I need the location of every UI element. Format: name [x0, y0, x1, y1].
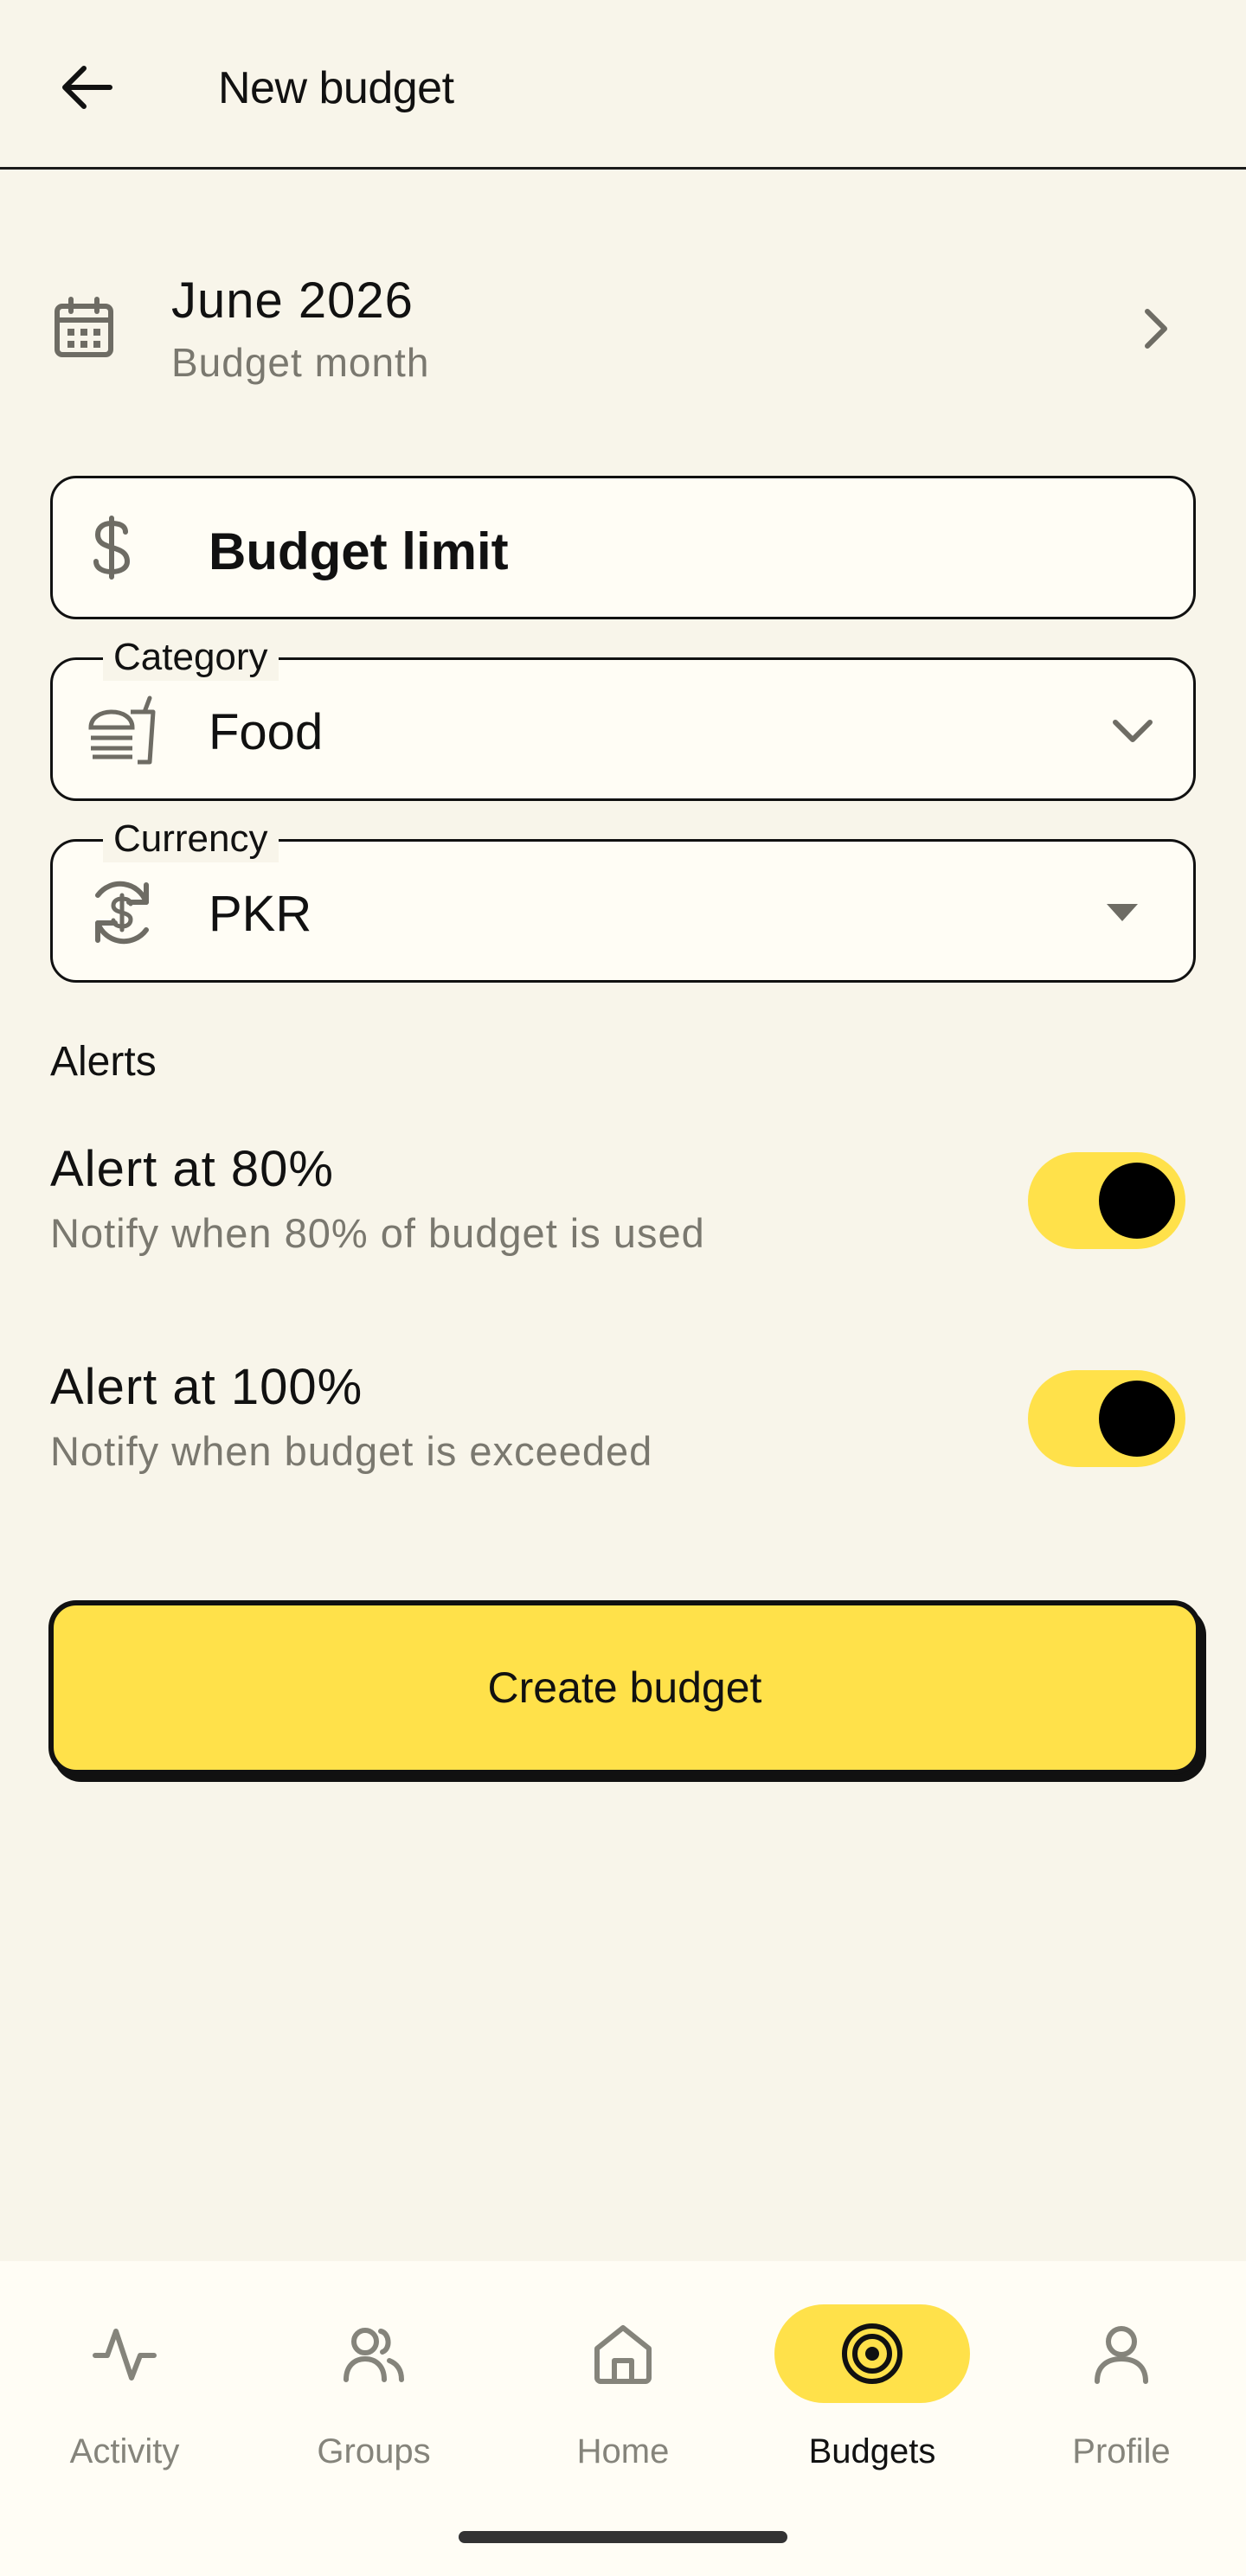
alert-100-title: Alert at 100% [50, 1359, 363, 1415]
alert-100-toggle[interactable] [1028, 1370, 1185, 1467]
profile-icon [1095, 2326, 1148, 2384]
nav-label-groups: Groups [317, 2432, 431, 2470]
alert-80-toggle[interactable] [1028, 1152, 1185, 1249]
currency-value: PKR [209, 886, 312, 942]
category-select[interactable]: Category Food [50, 634, 1196, 801]
nav-label-home: Home [576, 2432, 670, 2470]
alerts-section-title: Alerts [50, 1039, 157, 1085]
budget-limit-placeholder: Budget limit [209, 522, 509, 580]
target-icon [842, 2323, 902, 2384]
new-budget-screen: New budget June 2026 Budget month Budget… [0, 0, 1246, 2576]
nav-item-groups[interactable]: Groups [270, 2304, 478, 2477]
nav-item-activity[interactable]: Activity [21, 2304, 228, 2477]
nav-item-budgets[interactable]: Budgets [768, 2304, 976, 2477]
arrow-left-icon [62, 66, 112, 109]
fastfood-icon [88, 695, 156, 765]
home-icon [594, 2325, 652, 2384]
nav-label-budgets: Budgets [808, 2432, 936, 2470]
chevron-down-icon [1113, 720, 1153, 742]
budget-month-label: Budget month [171, 340, 430, 385]
alert-80-row: Alert at 80% Notify when 80% of budget i… [0, 1140, 1246, 1270]
alert-100-description: Notify when budget is exceeded [50, 1428, 653, 1474]
activity-pulse-icon [93, 2329, 157, 2381]
calendar-icon [55, 297, 113, 357]
currency-select[interactable]: Currency PKR [50, 816, 1196, 983]
dropdown-arrow-icon [1107, 904, 1138, 921]
bottom-navigation: Activity Groups Home Budgets Profile [0, 2261, 1246, 2576]
back-button[interactable] [48, 54, 123, 121]
category-value: Food [209, 704, 324, 760]
home-indicator[interactable] [459, 2531, 787, 2543]
chevron-right-icon [1145, 309, 1167, 349]
create-budget-button[interactable]: Create budget [48, 1600, 1201, 1775]
toggle-knob [1099, 1381, 1175, 1457]
groups-icon [344, 2328, 404, 2382]
budget-limit-input[interactable]: Budget limit [50, 476, 1196, 619]
app-header: New budget [0, 0, 1246, 170]
alert-80-description: Notify when 80% of budget is used [50, 1210, 705, 1256]
alert-80-title: Alert at 80% [50, 1141, 334, 1197]
nav-item-profile[interactable]: Profile [1018, 2304, 1225, 2477]
currency-exchange-icon [95, 881, 149, 945]
budget-month-selector[interactable]: June 2026 Budget month [0, 251, 1246, 407]
category-label: Category [103, 634, 279, 681]
page-title: New budget [218, 63, 454, 113]
alert-100-row: Alert at 100% Notify when budget is exce… [0, 1358, 1246, 1488]
budget-month-value: June 2026 [171, 272, 414, 329]
nav-label-profile: Profile [1072, 2432, 1171, 2470]
nav-label-activity: Activity [69, 2432, 180, 2470]
toggle-knob [1099, 1163, 1175, 1239]
currency-label: Currency [103, 816, 279, 862]
dollar-icon [93, 516, 131, 580]
nav-item-home[interactable]: Home [519, 2304, 727, 2477]
